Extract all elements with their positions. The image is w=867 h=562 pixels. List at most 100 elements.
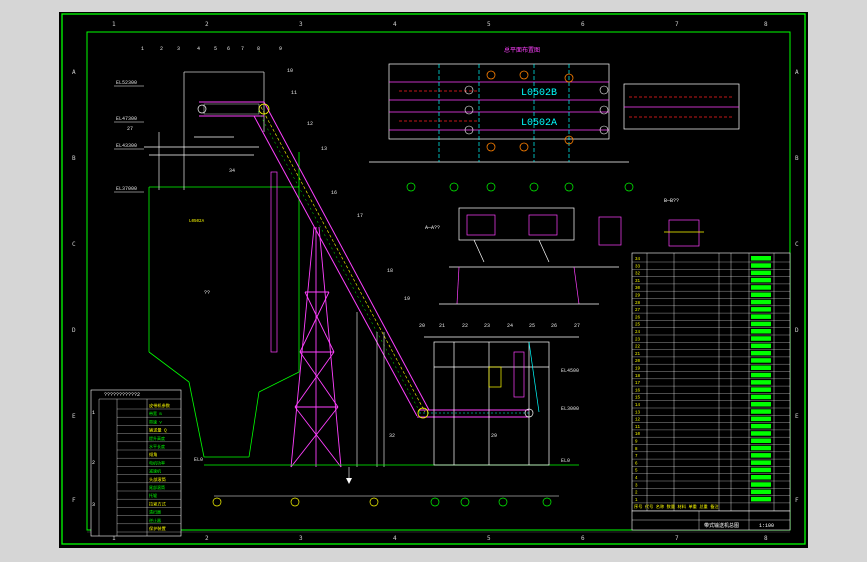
callout: 25 — [529, 323, 535, 329]
table-cell — [751, 460, 771, 465]
callout: 16 — [331, 190, 337, 196]
silo-column — [270, 171, 278, 353]
table-cell — [751, 358, 771, 363]
axis-bubble-icon — [564, 182, 574, 192]
callout: 2 — [160, 46, 163, 52]
coord-label: 7 — [675, 21, 679, 28]
table-row: 21 — [635, 353, 641, 357]
callout: 12 — [307, 121, 313, 127]
table-row: 30 — [635, 287, 641, 291]
coord-label: 4 — [393, 535, 397, 542]
coord-label: C — [795, 241, 799, 248]
coord-label: 8 — [764, 535, 768, 542]
table-cell — [751, 307, 771, 312]
callout: 22 — [462, 323, 468, 329]
callout: 7 — [241, 46, 244, 52]
callout: 27 — [127, 126, 133, 132]
table-row: 23 — [635, 338, 641, 342]
table-row: 31 — [635, 280, 641, 284]
table-cell — [751, 409, 771, 414]
table-cell — [751, 321, 771, 327]
table-cell: 2 — [92, 460, 95, 466]
elevation-label: EL0 — [194, 457, 203, 463]
callout: 29 — [491, 433, 497, 439]
middle-support — [356, 312, 385, 467]
table-cell — [751, 380, 771, 385]
drawing-viewport[interactable]: 1 2 3 4 5 6 7 8 1 2 3 4 5 6 7 8 A B C D … — [59, 12, 808, 548]
table-cell — [751, 285, 771, 290]
axis-bubble-icon — [460, 497, 470, 507]
callout: 5 — [214, 46, 217, 52]
table-row: 24 — [635, 331, 641, 335]
bottom-coordinate-ruler: 1 2 3 4 5 6 7 8 — [112, 535, 768, 542]
coord-label: 6 — [581, 535, 585, 542]
callout: 10 — [287, 68, 293, 74]
table-cell — [751, 277, 771, 283]
plan-label-a: L0502A — [521, 118, 557, 129]
callout: 34 — [229, 168, 235, 174]
table-cell — [751, 365, 771, 370]
callout: 1 — [141, 46, 144, 52]
callout: 13 — [321, 146, 327, 152]
table-row: 10 — [635, 433, 641, 437]
callout-numbers: 1 2 3 4 5 6 7 8 9 10 11 12 13 16 17 18 1… — [127, 46, 580, 439]
table-row: 34 — [635, 258, 641, 262]
table-cell — [751, 431, 771, 436]
title-block: 带式输送机总图 1:100 — [631, 510, 791, 531]
table-cell — [751, 314, 771, 319]
coord-label: 2 — [205, 21, 209, 28]
table-cell: 1 — [92, 410, 95, 416]
table-cell — [751, 445, 771, 451]
coord-label: 1 — [112, 21, 116, 28]
table-row: 14 — [635, 404, 641, 408]
table-row: 25 — [635, 324, 641, 328]
elevation-label: EL47300 — [116, 116, 137, 122]
table-row: 18 — [635, 375, 641, 379]
callout: 11 — [291, 90, 297, 96]
coord-label: C — [72, 241, 76, 248]
callout: 19 — [404, 296, 410, 302]
table-row: 26 — [635, 316, 641, 320]
coord-label: A — [72, 69, 76, 76]
plan-view: 总平面布置图 L0502B L0502A — [369, 46, 740, 192]
axis-bubble-icon — [369, 497, 379, 507]
coord-label: 2 — [205, 535, 209, 542]
elevation-label: EL4500 — [561, 368, 579, 374]
table-cell — [751, 336, 771, 341]
axis-bubble-icon — [542, 497, 552, 507]
axis-bubble-icon — [624, 182, 634, 192]
callout: 6 — [227, 46, 230, 52]
table-row: 28 — [635, 302, 641, 306]
drawing-scale: 1:100 — [759, 523, 774, 529]
section-bb-title: B—B?? — [664, 198, 679, 204]
coord-label: 4 — [393, 21, 397, 28]
right-coordinate-ruler: A B C D E F — [795, 69, 799, 504]
table-cell — [751, 299, 771, 305]
table-cell — [751, 343, 771, 349]
callout: 26 — [551, 323, 557, 329]
table-cell — [751, 372, 771, 378]
coord-label: 5 — [487, 21, 491, 28]
callout: 20 — [419, 323, 425, 329]
cad-drawing-canvas[interactable]: 1 2 3 4 5 6 7 8 1 2 3 4 5 6 7 8 A B C D … — [59, 12, 808, 548]
coord-label: D — [72, 327, 76, 334]
top-coordinate-ruler: 1 2 3 4 5 6 7 8 — [112, 21, 768, 28]
coord-label: 7 — [675, 535, 679, 542]
elevation-label: EL3000 — [561, 406, 579, 412]
plan-label-b: L0502B — [521, 88, 557, 99]
table-cell — [751, 394, 771, 400]
parts-table: 34 33 32 31 30 29 28 27 26 25 24 23 22 21 20 19 18 17 16 15… — [631, 252, 791, 512]
table-cell — [751, 496, 771, 502]
coord-label: B — [795, 155, 799, 162]
callout: 9 — [279, 46, 282, 52]
table-row: 32 — [635, 273, 641, 277]
callout: 27 — [574, 323, 580, 329]
callout: 21 — [439, 323, 445, 329]
table-cell — [751, 256, 771, 261]
table-row: 15 — [635, 397, 641, 401]
table-cell — [751, 329, 771, 334]
axis-bubble-icon — [430, 497, 440, 507]
coord-label: E — [795, 413, 799, 420]
table-row: 27 — [635, 309, 641, 313]
coord-label: 8 — [764, 21, 768, 28]
